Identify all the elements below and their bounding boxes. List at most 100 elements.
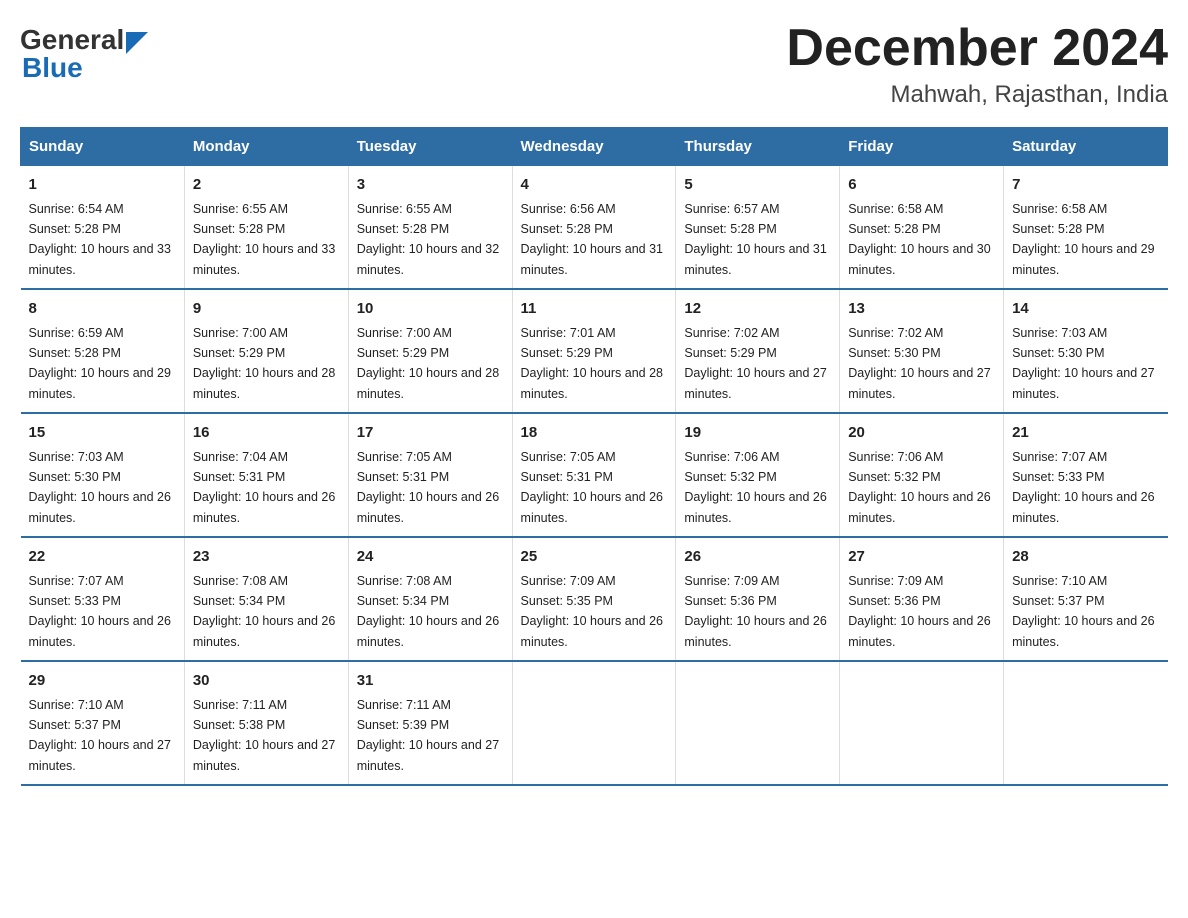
calendar-cell: 25 Sunrise: 7:09 AMSunset: 5:35 PMDayligh… [512, 537, 676, 661]
day-info: Sunrise: 7:07 AMSunset: 5:33 PMDaylight:… [1012, 450, 1154, 525]
month-title: December 2024 [786, 20, 1168, 77]
day-info: Sunrise: 6:57 AMSunset: 5:28 PMDaylight:… [684, 202, 826, 277]
day-number: 25 [521, 546, 668, 569]
day-number: 21 [1012, 422, 1159, 445]
day-info: Sunrise: 7:04 AMSunset: 5:31 PMDaylight:… [193, 450, 335, 525]
day-info: Sunrise: 6:59 AMSunset: 5:28 PMDaylight:… [29, 326, 171, 401]
day-number: 1 [29, 174, 176, 197]
week-row-1: 1 Sunrise: 6:54 AMSunset: 5:28 PMDaylight… [21, 166, 1168, 290]
calendar-cell: 3Sunrise: 6:55 AMSunset: 5:28 PMDaylight… [348, 166, 512, 290]
calendar-cell: 9Sunrise: 7:00 AMSunset: 5:29 PMDaylight… [184, 289, 348, 413]
day-info: Sunrise: 6:58 AMSunset: 5:28 PMDaylight:… [848, 202, 990, 277]
calendar-header-row: SundayMondayTuesdayWednesdayThursdayFrid… [21, 128, 1168, 166]
calendar-cell: 17Sunrise: 7:05 AMSunset: 5:31 PMDayligh… [348, 413, 512, 537]
calendar-cell: 27 Sunrise: 7:09 AMSunset: 5:36 PMDayligh… [840, 537, 1004, 661]
day-info: Sunrise: 7:05 AMSunset: 5:31 PMDaylight:… [357, 450, 499, 525]
col-header-sunday: Sunday [21, 128, 185, 166]
calendar-cell: 7 Sunrise: 6:58 AMSunset: 5:28 PMDaylight… [1004, 166, 1168, 290]
day-number: 4 [521, 174, 668, 197]
day-number: 3 [357, 174, 504, 197]
calendar-cell: 24 Sunrise: 7:08 AMSunset: 5:34 PMDayligh… [348, 537, 512, 661]
day-number: 14 [1012, 298, 1159, 321]
calendar-cell: 16Sunrise: 7:04 AMSunset: 5:31 PMDayligh… [184, 413, 348, 537]
calendar-cell: 20 Sunrise: 7:06 AMSunset: 5:32 PMDayligh… [840, 413, 1004, 537]
day-number: 26 [684, 546, 831, 569]
day-number: 31 [357, 670, 504, 693]
day-info: Sunrise: 7:09 AMSunset: 5:36 PMDaylight:… [848, 574, 990, 649]
logo-blue: Blue [22, 52, 83, 84]
day-number: 20 [848, 422, 995, 445]
col-header-friday: Friday [840, 128, 1004, 166]
day-info: Sunrise: 7:10 AMSunset: 5:37 PMDaylight:… [29, 698, 171, 773]
day-info: Sunrise: 6:54 AMSunset: 5:28 PMDaylight:… [29, 202, 171, 277]
day-info: Sunrise: 7:03 AMSunset: 5:30 PMDaylight:… [1012, 326, 1154, 401]
week-row-4: 22 Sunrise: 7:07 AMSunset: 5:33 PMDayligh… [21, 537, 1168, 661]
calendar-cell: 31 Sunrise: 7:11 AMSunset: 5:39 PMDayligh… [348, 661, 512, 785]
calendar-cell: 18Sunrise: 7:05 AMSunset: 5:31 PMDayligh… [512, 413, 676, 537]
day-info: Sunrise: 7:06 AMSunset: 5:32 PMDaylight:… [684, 450, 826, 525]
day-info: Sunrise: 6:58 AMSunset: 5:28 PMDaylight:… [1012, 202, 1154, 277]
calendar-cell: 6 Sunrise: 6:58 AMSunset: 5:28 PMDaylight… [840, 166, 1004, 290]
day-number: 6 [848, 174, 995, 197]
day-info: Sunrise: 7:11 AMSunset: 5:39 PMDaylight:… [357, 698, 499, 773]
calendar-cell: 26 Sunrise: 7:09 AMSunset: 5:36 PMDayligh… [676, 537, 840, 661]
day-number: 15 [29, 422, 176, 445]
calendar-cell: 2Sunrise: 6:55 AMSunset: 5:28 PMDaylight… [184, 166, 348, 290]
calendar-cell: 8 Sunrise: 6:59 AMSunset: 5:28 PMDaylight… [21, 289, 185, 413]
day-info: Sunrise: 7:05 AMSunset: 5:31 PMDaylight:… [521, 450, 663, 525]
day-info: Sunrise: 7:07 AMSunset: 5:33 PMDaylight:… [29, 574, 171, 649]
calendar-cell: 1 Sunrise: 6:54 AMSunset: 5:28 PMDaylight… [21, 166, 185, 290]
day-number: 13 [848, 298, 995, 321]
calendar-cell: 10Sunrise: 7:00 AMSunset: 5:29 PMDayligh… [348, 289, 512, 413]
day-info: Sunrise: 7:08 AMSunset: 5:34 PMDaylight:… [357, 574, 499, 649]
col-header-wednesday: Wednesday [512, 128, 676, 166]
calendar-cell: 14 Sunrise: 7:03 AMSunset: 5:30 PMDayligh… [1004, 289, 1168, 413]
week-row-5: 29 Sunrise: 7:10 AMSunset: 5:37 PMDayligh… [21, 661, 1168, 785]
day-number: 7 [1012, 174, 1159, 197]
day-number: 27 [848, 546, 995, 569]
calendar-cell [1004, 661, 1168, 785]
calendar-cell [512, 661, 676, 785]
location-title: Mahwah, Rajasthan, India [786, 81, 1168, 109]
calendar-cell: 19 Sunrise: 7:06 AMSunset: 5:32 PMDayligh… [676, 413, 840, 537]
calendar-cell: 22 Sunrise: 7:07 AMSunset: 5:33 PMDayligh… [21, 537, 185, 661]
day-info: Sunrise: 7:06 AMSunset: 5:32 PMDaylight:… [848, 450, 990, 525]
day-info: Sunrise: 7:08 AMSunset: 5:34 PMDaylight:… [193, 574, 335, 649]
day-number: 8 [29, 298, 176, 321]
col-header-tuesday: Tuesday [348, 128, 512, 166]
day-number: 19 [684, 422, 831, 445]
calendar-cell [676, 661, 840, 785]
day-number: 29 [29, 670, 176, 693]
logo: General Blue [20, 20, 148, 84]
day-info: Sunrise: 7:02 AMSunset: 5:30 PMDaylight:… [848, 326, 990, 401]
day-info: Sunrise: 7:03 AMSunset: 5:30 PMDaylight:… [29, 450, 171, 525]
day-number: 22 [29, 546, 176, 569]
day-info: Sunrise: 7:01 AMSunset: 5:29 PMDaylight:… [521, 326, 663, 401]
day-number: 2 [193, 174, 340, 197]
day-number: 24 [357, 546, 504, 569]
day-info: Sunrise: 7:09 AMSunset: 5:36 PMDaylight:… [684, 574, 826, 649]
calendar-cell: 23 Sunrise: 7:08 AMSunset: 5:34 PMDayligh… [184, 537, 348, 661]
page-header: General Blue December 2024 Mahwah, Rajas… [20, 20, 1168, 109]
title-block: December 2024 Mahwah, Rajasthan, India [786, 20, 1168, 109]
day-number: 11 [521, 298, 668, 321]
day-info: Sunrise: 7:09 AMSunset: 5:35 PMDaylight:… [521, 574, 663, 649]
col-header-monday: Monday [184, 128, 348, 166]
calendar-cell: 30 Sunrise: 7:11 AMSunset: 5:38 PMDayligh… [184, 661, 348, 785]
day-info: Sunrise: 7:00 AMSunset: 5:29 PMDaylight:… [357, 326, 499, 401]
day-info: Sunrise: 7:10 AMSunset: 5:37 PMDaylight:… [1012, 574, 1154, 649]
day-info: Sunrise: 6:56 AMSunset: 5:28 PMDaylight:… [521, 202, 663, 277]
calendar-table: SundayMondayTuesdayWednesdayThursdayFrid… [20, 127, 1168, 786]
calendar-cell: 12Sunrise: 7:02 AMSunset: 5:29 PMDayligh… [676, 289, 840, 413]
calendar-cell: 28Sunrise: 7:10 AMSunset: 5:37 PMDayligh… [1004, 537, 1168, 661]
col-header-thursday: Thursday [676, 128, 840, 166]
calendar-cell: 21 Sunrise: 7:07 AMSunset: 5:33 PMDayligh… [1004, 413, 1168, 537]
calendar-cell: 29 Sunrise: 7:10 AMSunset: 5:37 PMDayligh… [21, 661, 185, 785]
calendar-cell: 4 Sunrise: 6:56 AMSunset: 5:28 PMDaylight… [512, 166, 676, 290]
day-number: 23 [193, 546, 340, 569]
day-info: Sunrise: 7:02 AMSunset: 5:29 PMDaylight:… [684, 326, 826, 401]
day-number: 30 [193, 670, 340, 693]
day-info: Sunrise: 7:11 AMSunset: 5:38 PMDaylight:… [193, 698, 335, 773]
week-row-2: 8 Sunrise: 6:59 AMSunset: 5:28 PMDaylight… [21, 289, 1168, 413]
calendar-cell: 15 Sunrise: 7:03 AMSunset: 5:30 PMDayligh… [21, 413, 185, 537]
